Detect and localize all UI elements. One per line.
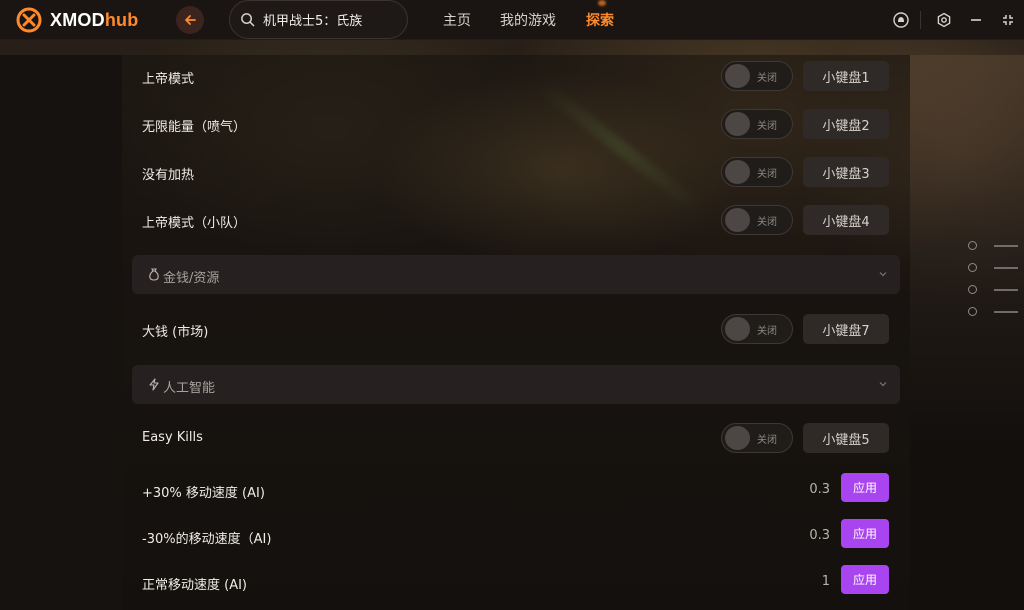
chevron-down-icon [879, 382, 887, 387]
xmod-logo-icon [16, 7, 42, 33]
search-icon [241, 13, 255, 27]
apply-button[interactable]: 应用 [841, 519, 889, 548]
toggle-state: 关闭 [757, 217, 777, 228]
toggle-knob [725, 160, 750, 184]
toggle-state: 关闭 [757, 73, 777, 84]
arrow-left-icon [185, 15, 196, 25]
toggle-knob [725, 426, 750, 450]
hotkey-button[interactable]: 小键盘4 [803, 205, 889, 235]
side-dot-icon [968, 285, 977, 294]
toggle-state: 关闭 [757, 121, 777, 132]
mod-value: 0.3 [809, 528, 830, 543]
nav-explore[interactable]: 探索 [586, 10, 614, 30]
window-separator [920, 11, 921, 29]
back-button[interactable] [176, 6, 204, 34]
toggle-knob [725, 112, 750, 136]
apply-button[interactable]: 应用 [841, 565, 889, 594]
side-dot-icon [968, 241, 977, 250]
search-query: 机甲战士5：氏族 [263, 14, 363, 29]
mod-row: 上帝模式 关闭 小键盘1 [122, 55, 910, 99]
toggle-knob [725, 208, 750, 232]
mod-label: 没有加热 [142, 168, 195, 183]
hotkey-button[interactable]: 小键盘1 [803, 61, 889, 91]
mod-label: Easy Kills [142, 430, 203, 445]
search-input[interactable]: 机甲战士5：氏族 [229, 0, 408, 39]
mod-value: 1 [821, 574, 830, 589]
mod-label: 上帝模式（小队） [142, 216, 247, 231]
mod-row: 大钱 (市场) 关闭 小键盘7 [122, 308, 910, 352]
mod-label: 正常移动速度 (AI) [142, 578, 248, 593]
toggle-state: 关闭 [757, 169, 777, 180]
mod-label: +30% 移动速度 (AI) [142, 486, 265, 501]
side-line [994, 311, 1018, 313]
side-dot-icon [968, 263, 977, 272]
section-title: 金钱/资源 [163, 271, 220, 286]
apply-button[interactable]: 应用 [841, 473, 889, 502]
side-line [994, 289, 1018, 291]
side-line [994, 245, 1018, 247]
section-header-money[interactable]: 金钱/资源 [132, 255, 900, 294]
hotkey-button[interactable]: 小键盘7 [803, 314, 889, 344]
nav-my-games[interactable]: 我的游戏 [500, 10, 556, 30]
fullscreen-icon[interactable] [1000, 12, 1016, 28]
toggle-state: 关闭 [757, 435, 777, 446]
mod-row: 无限能量（喷气） 关闭 小键盘2 [122, 103, 910, 147]
side-line [994, 267, 1018, 269]
side-dot-icon [968, 307, 977, 316]
bolt-icon [147, 377, 160, 391]
mod-row: Easy Kills 关闭 小键盘5 [122, 417, 910, 461]
toggle-knob [725, 317, 750, 341]
mod-toggle[interactable]: 关闭 [721, 314, 793, 344]
mod-toggle[interactable]: 关闭 [721, 109, 793, 139]
hotkey-button[interactable]: 小键盘2 [803, 109, 889, 139]
app-logo-text: XMODhub [50, 9, 139, 30]
section-title: 人工智能 [163, 381, 216, 396]
chevron-down-icon [879, 272, 887, 277]
toggle-knob [725, 64, 750, 88]
right-side-art [910, 55, 1024, 610]
coin-bag-icon [147, 267, 160, 281]
mod-row: 没有加热 关闭 小键盘3 [122, 151, 910, 195]
mod-value: 0.3 [809, 482, 830, 497]
mod-label: 上帝模式 [142, 72, 195, 87]
left-gutter [0, 55, 122, 610]
mod-label: 大钱 (市场) [142, 325, 209, 340]
value-row: 正常移动速度 (AI) 1 应用 [122, 561, 910, 605]
mod-toggle[interactable]: 关闭 [721, 61, 793, 91]
mod-label: 无限能量（喷气） [142, 120, 247, 135]
toggle-state: 关闭 [757, 326, 777, 337]
nav-home[interactable]: 主页 [443, 10, 471, 30]
value-row: -30%的移动速度（AI) 0.3 应用 [122, 515, 910, 559]
mod-row: 上帝模式（小队） 关闭 小键盘4 [122, 199, 910, 243]
mod-label: -30%的移动速度（AI) [142, 532, 272, 547]
top-bar: XMODhub 机甲战士5：氏族 主页 我的游戏 探索 [0, 0, 1024, 40]
settings-icon[interactable] [936, 12, 952, 28]
hotkey-button[interactable]: 小键盘3 [803, 157, 889, 187]
mod-toggle[interactable]: 关闭 [721, 157, 793, 187]
notification-icon[interactable] [893, 12, 909, 28]
mod-list-panel: 上帝模式 关闭 小键盘1 无限能量（喷气） 关闭 小键盘2 没有加热 关闭 小键… [122, 55, 910, 610]
mod-toggle[interactable]: 关闭 [721, 423, 793, 453]
section-header-ai[interactable]: 人工智能 [132, 365, 900, 404]
mod-toggle[interactable]: 关闭 [721, 205, 793, 235]
app-logo[interactable]: XMODhub [16, 7, 138, 33]
hotkey-button[interactable]: 小键盘5 [803, 423, 889, 453]
value-row: +30% 移动速度 (AI) 0.3 应用 [122, 469, 910, 513]
minimize-icon[interactable] [968, 12, 984, 28]
top-glow [598, 0, 606, 6]
